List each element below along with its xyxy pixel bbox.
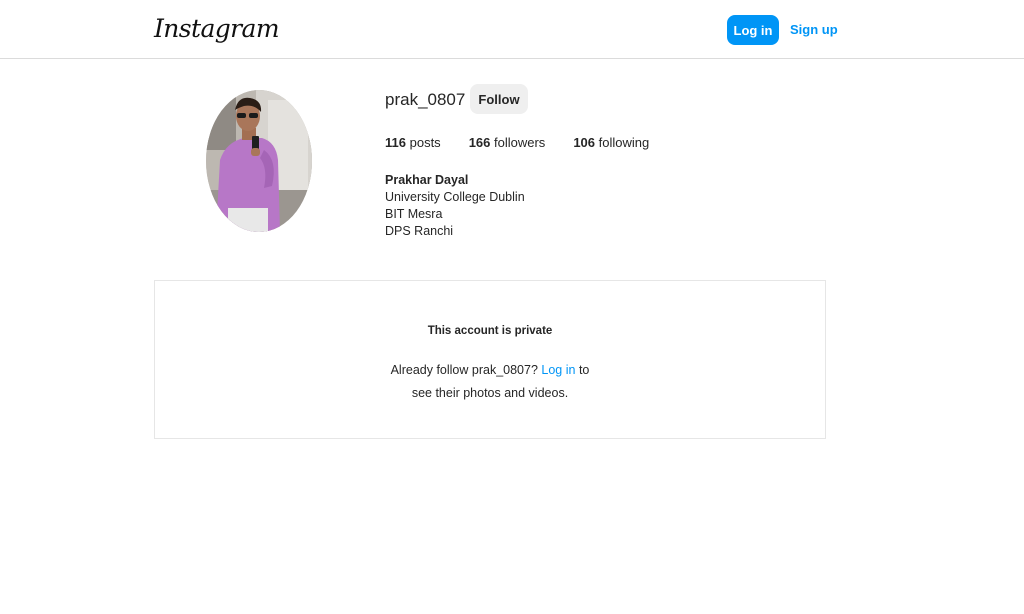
top-navbar: Instagram Log in Sign up (0, 0, 1024, 59)
private-login-link[interactable]: Log in (541, 363, 575, 377)
profile-bio: Prakhar Dayal University College Dublin … (385, 172, 525, 240)
private-message: Already follow prak_0807? Log in to see … (155, 359, 825, 405)
followers-label: followers (494, 135, 546, 150)
signup-link[interactable]: Sign up (790, 22, 838, 37)
bio-line: DPS Ranchi (385, 224, 454, 238)
following-stat[interactable]: 106 following (573, 135, 649, 150)
bio-line: University College Dublin (385, 190, 525, 204)
instagram-logo[interactable]: Instagram (154, 14, 280, 43)
posts-count: 116 (385, 135, 406, 150)
follow-button[interactable]: Follow (470, 84, 528, 114)
private-text-before: Already follow prak_0807? (390, 363, 538, 377)
private-title: This account is private (427, 325, 553, 337)
avatar-photo (206, 90, 312, 232)
posts-stat: 116 posts (385, 135, 441, 150)
login-button[interactable]: Log in (727, 15, 779, 45)
private-account-panel: This account is private Already follow p… (154, 280, 826, 439)
profile-stats: 116 posts 166 followers 106 following (385, 135, 649, 150)
private-text-line2: see their photos and videos. (411, 386, 569, 400)
private-text-after: to (578, 363, 590, 377)
posts-label: posts (409, 135, 441, 150)
profile-avatar[interactable] (206, 90, 312, 232)
bio-full-name: Prakhar Dayal (385, 173, 469, 187)
following-count: 106 (573, 135, 596, 150)
followers-stat[interactable]: 166 followers (469, 135, 546, 150)
bio-line: BIT Mesra (385, 207, 443, 221)
followers-count: 166 (468, 135, 491, 150)
following-label: following (598, 135, 650, 150)
profile-username: prak_0807 (385, 90, 466, 109)
